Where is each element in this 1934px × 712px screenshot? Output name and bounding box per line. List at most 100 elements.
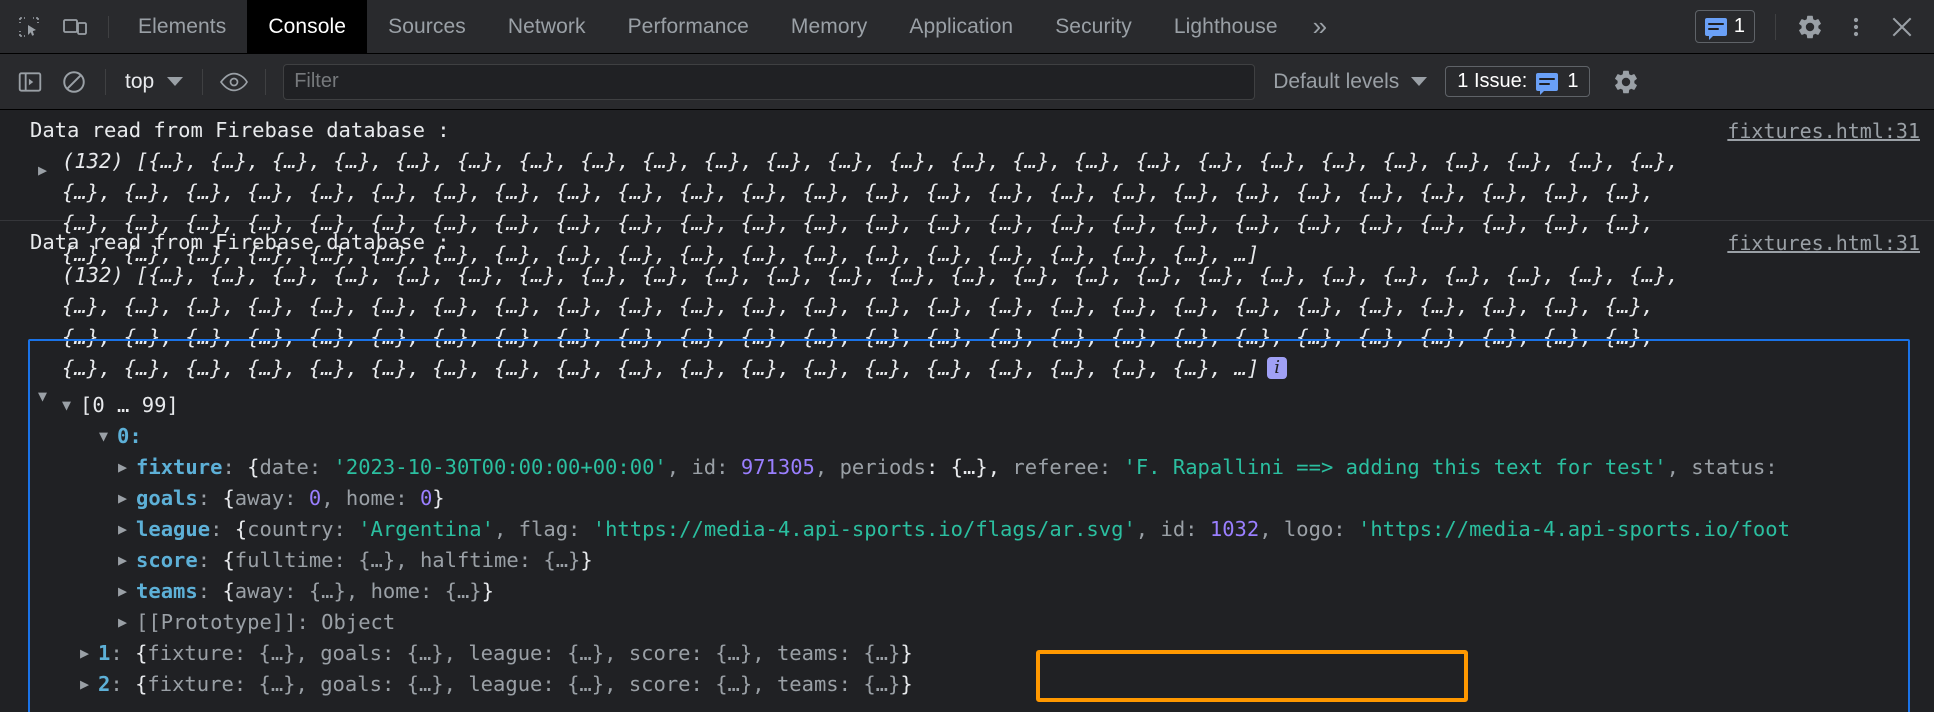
console-source-link-1[interactable]: fixtures.html:31 (1727, 116, 1920, 147)
tree-row-index-2[interactable]: 2: {fixture: {…}, goals: {…}, league: {…… (0, 669, 1934, 700)
more-options-icon[interactable] (1834, 5, 1878, 49)
tree-key-teams: teams (136, 579, 198, 603)
tab-sources-label: Sources (388, 14, 466, 38)
expand-arrow-fixture[interactable] (118, 458, 127, 476)
tree-row-index-1[interactable]: 1: {fixture: {…}, goals: {…}, league: {…… (0, 638, 1934, 669)
collapse-arrow-range[interactable] (62, 396, 71, 414)
tabbar-tabs: Elements Console Sources Network Perform… (117, 0, 1343, 53)
console-message-1: Data read from Firebase database : (30, 118, 450, 142)
prop-date-value: '2023-10-30T00:00:00+00:00' (333, 455, 667, 479)
tree-row-league[interactable]: league: {country: 'Argentina', flag: 'ht… (0, 514, 1934, 545)
tree-row-prototype[interactable]: [[Prototype]]: Object (0, 607, 1934, 638)
live-expression-icon[interactable] (212, 60, 256, 104)
tree-row-goals[interactable]: goals: {away: 0, home: 0} (0, 483, 1934, 514)
preview-row: {…}, {…}, {…}, {…}, {…}, {…}, {…}, {…}, … (62, 294, 1655, 318)
expand-arrow-score[interactable] (118, 551, 127, 569)
console-group-2: Data read from Firebase database : fixtu… (0, 221, 1934, 712)
tab-console-label: Console (268, 14, 347, 38)
console-log-area[interactable]: Data read from Firebase database : fixtu… (0, 110, 1934, 712)
chevron-down-icon (1411, 77, 1428, 86)
console-toolbar-divider-3 (265, 68, 267, 95)
tabbar-right-actions: 1 (1694, 0, 1934, 53)
tab-sources[interactable]: Sources (367, 0, 487, 53)
tabbar-right-divider (1775, 13, 1776, 40)
expand-arrow-prototype[interactable] (118, 613, 127, 631)
tree-row-teams[interactable]: teams: {away: {…}, home: {…}} (0, 576, 1934, 607)
preview-row: (132) [{…}, {…}, {…}, {…}, {…}, {…}, {…}… (62, 149, 1679, 173)
tree-row-index-0[interactable]: 0: (0, 421, 1934, 452)
chevron-down-icon (167, 77, 184, 86)
issues-counter-chip[interactable]: 1 (1694, 10, 1755, 43)
close-icon[interactable] (1880, 5, 1924, 49)
object-tree: [0 … 99] 0: fixture: {date: '2023-10-30T… (0, 390, 1934, 702)
gear-icon[interactable] (1788, 5, 1832, 49)
console-message-2: Data read from Firebase database : (30, 230, 450, 254)
tree-key-fixture: fixture (136, 455, 223, 479)
tree-index-1-label: 1 (98, 641, 111, 665)
console-array-preview-2: (132) [{…}, {…}, {…}, {…}, {…}, {…}, {…}… (0, 258, 1934, 390)
prop-periods-key: periods (839, 455, 926, 479)
filter-input-wrapper[interactable]: Filter (283, 63, 1256, 100)
tab-elements-label: Elements (138, 14, 227, 38)
tree-key-goals: goals (136, 486, 198, 510)
tabbar-icon-group (0, 0, 117, 53)
expand-arrow-teams[interactable] (118, 582, 127, 600)
expand-arrow-1[interactable] (38, 155, 47, 186)
tab-performance-label: Performance (627, 14, 749, 38)
tabbar-divider (108, 15, 109, 38)
tab-security-label: Security (1055, 14, 1132, 38)
prop-id-value: 971305 (740, 455, 815, 479)
expand-arrow-league[interactable] (118, 520, 127, 538)
prop-date-key: date (259, 455, 309, 479)
preview-row: {…}, {…}, {…}, {…}, {…}, {…}, {…}, {…}, … (62, 180, 1655, 204)
tab-application[interactable]: Application (888, 0, 1034, 53)
preview-row: {…}, {…}, {…}, {…}, {…}, {…}, {…}, {…}, … (62, 325, 1655, 349)
console-sidebar-icon[interactable] (8, 60, 52, 104)
log-levels-dropdown[interactable]: Default levels (1273, 70, 1428, 94)
issues-message-icon (1704, 17, 1727, 40)
tree-key-score: score (136, 548, 198, 572)
tree-index-label: 0: (117, 424, 142, 448)
console-source-link-2[interactable]: fixtures.html:31 (1727, 228, 1920, 259)
tab-lighthouse-label: Lighthouse (1173, 14, 1278, 38)
preview-row-text: {…}, {…}, {…}, {…}, {…}, {…}, {…}, {…}, … (62, 356, 1260, 380)
info-badge-icon[interactable]: i (1267, 357, 1287, 379)
tab-lighthouse[interactable]: Lighthouse (1153, 0, 1299, 53)
console-settings-gear-icon[interactable] (1604, 60, 1648, 104)
expand-arrow-goals[interactable] (118, 489, 127, 507)
issues-toolbar-label: 1 Issue: (1457, 70, 1528, 92)
issues-message-icon (1536, 72, 1559, 95)
more-tabs-icon[interactable]: » (1299, 0, 1343, 53)
prop-referee-key: referee (1012, 455, 1099, 479)
clear-console-icon[interactable] (52, 60, 96, 104)
inspect-element-icon[interactable] (8, 6, 50, 48)
issues-count-label: 1 (1733, 15, 1745, 37)
tree-row-range[interactable]: [0 … 99] (0, 390, 1934, 421)
collapse-arrow-index-0[interactable] (99, 427, 108, 445)
issues-toolbar-count: 1 (1567, 70, 1579, 92)
tab-performance[interactable]: Performance (607, 0, 770, 53)
expand-arrow-index-1[interactable] (80, 644, 89, 662)
prop-fixture-tail: , status: (1666, 455, 1778, 479)
filter-input[interactable]: Filter (294, 70, 338, 93)
tree-key-league: league (136, 517, 211, 541)
tree-row-score[interactable]: score: {fulltime: {…}, halftime: {…}} (0, 545, 1934, 576)
device-toolbar-icon[interactable] (54, 6, 96, 48)
tab-memory[interactable]: Memory (770, 0, 888, 53)
devtools-tabbar: Elements Console Sources Network Perform… (0, 0, 1934, 54)
tab-network-label: Network (507, 14, 586, 38)
prop-referee-value: 'F. Rapallini ==> adding this text for t… (1123, 455, 1667, 479)
tree-range-label: [0 … 99] (80, 393, 179, 417)
execution-context-label: top (125, 69, 155, 93)
prop-id-key: id (691, 455, 717, 479)
console-toolbar-divider-2 (202, 68, 204, 95)
execution-context-selector[interactable]: top (115, 70, 193, 94)
issues-toolbar-chip[interactable]: 1 Issue: 1 (1445, 66, 1591, 97)
tab-security[interactable]: Security (1034, 0, 1153, 53)
tree-row-fixture[interactable]: fixture: {date: '2023-10-30T00:00:00+00:… (0, 452, 1934, 483)
tab-elements[interactable]: Elements (117, 0, 247, 53)
more-tabs-label: » (1312, 11, 1328, 41)
tab-network[interactable]: Network (487, 0, 607, 53)
expand-arrow-index-2[interactable] (80, 675, 89, 693)
tab-console[interactable]: Console (247, 0, 368, 53)
